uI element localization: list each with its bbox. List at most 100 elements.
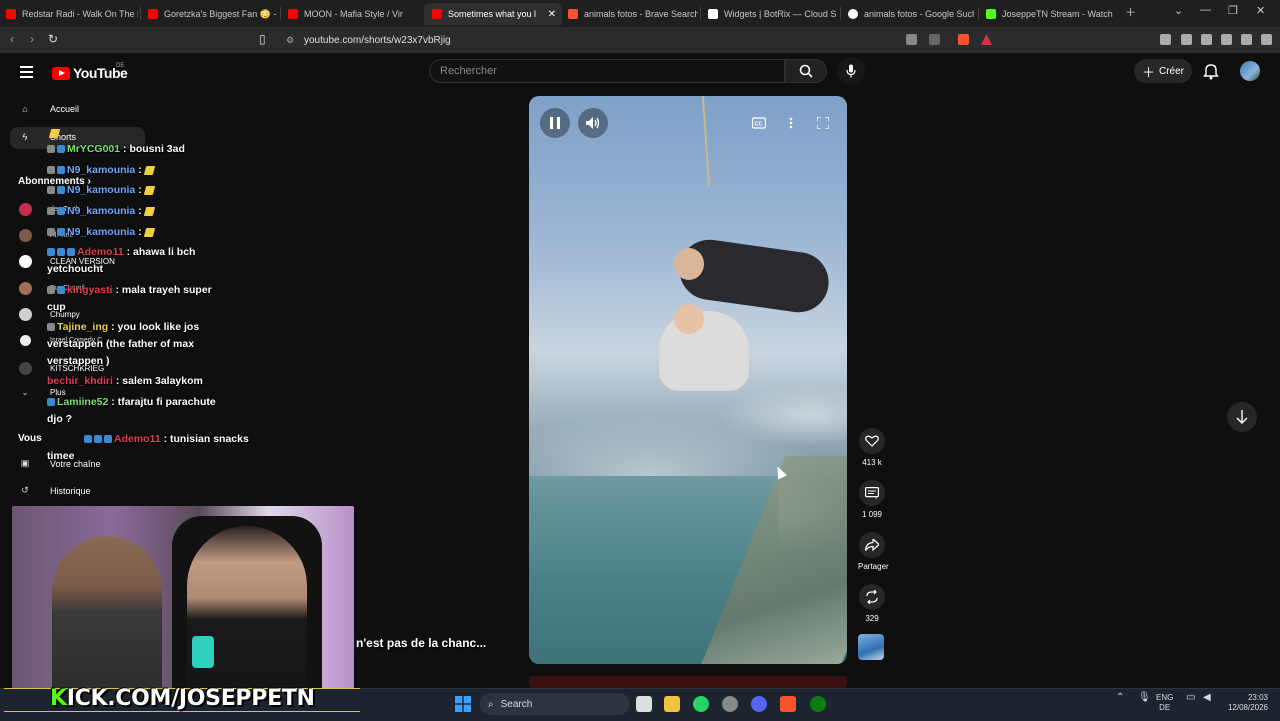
captions-icon: CC [751,117,767,129]
kick-icon [986,9,996,19]
volume-icon [586,117,600,129]
vpn-icon[interactable] [1241,34,1252,45]
next-short-button[interactable] [1227,402,1257,432]
sidebar-you-heading[interactable]: Vous [18,433,42,444]
cast-icon[interactable] [929,34,940,45]
captions-button[interactable]: CC [751,116,767,134]
share-button[interactable]: Partager [858,532,889,571]
tab-8[interactable]: JoseppeTN Stream - Watch Li [986,3,1114,25]
botrix-icon [708,9,718,19]
account-avatar[interactable] [1240,61,1260,81]
like-button[interactable]: 413 k [858,428,886,467]
whatsapp-icon[interactable] [693,696,709,712]
chat-message-cont: timee [47,450,75,462]
obs-icon[interactable] [722,696,738,712]
tab-7[interactable]: animals fotos - Google Suche [848,3,974,25]
google-icon [848,9,858,19]
sidebar-icon[interactable] [1181,34,1192,45]
minimize-icon[interactable]: — [1200,4,1211,16]
sidebar-item-home[interactable]: ⌂ Accueil [16,104,79,114]
search-icon [799,64,813,78]
windows-start-icon[interactable] [455,696,471,717]
tab-list-icon[interactable]: ⌄ [1174,4,1183,17]
tab-3[interactable]: MOON - Mafia Style / Vir [288,3,414,25]
close-tab-icon[interactable]: ✕ [548,9,556,20]
comments-button[interactable]: 1 099 [858,480,886,519]
brave-icon[interactable] [780,696,796,712]
site-info-icon[interactable]: ⚙ [286,35,294,46]
media-icon[interactable] [1160,34,1171,45]
search-input[interactable]: Rechercher [429,59,785,83]
channel-avatar [16,282,34,295]
like-count: 413 k [862,458,882,467]
volume-tray-icon[interactable]: ◀ [1203,693,1211,703]
leo-icon[interactable] [1221,34,1232,45]
clock[interactable]: 23:03 12/08/2026 [1222,693,1268,713]
chat-message: N9_kamounia : [47,224,155,241]
chat-message: N9_kamounia : [47,203,155,220]
pause-button[interactable] [540,108,570,138]
heart-icon [865,435,879,447]
pause-icon [550,117,560,129]
new-tab-icon[interactable]: ＋ [1125,4,1136,20]
xbox-icon[interactable] [810,696,826,712]
plus-icon: ＋ [1141,64,1155,80]
chat-message: N9_kamounia : [47,182,155,199]
remix-button[interactable]: 329 [858,584,886,623]
channel-avatar [16,255,34,268]
tab-active[interactable]: Sometimes what you l ✕ [424,3,562,25]
next-short-preview [529,676,847,688]
discord-icon[interactable] [751,696,767,712]
tab-6[interactable]: Widgets | BotRix — Cloud Str [708,3,836,25]
more-options-button[interactable] [789,116,793,134]
youtube-icon [6,9,16,19]
shorts-video-player[interactable] [529,96,847,664]
chat-message-cont: djo ? [47,413,73,425]
close-window-icon[interactable]: ✕ [1256,4,1265,17]
more-vertical-icon [789,117,793,129]
reload-icon[interactable]: ↻ [48,32,58,46]
task-view-icon[interactable] [636,696,652,712]
browser-toolbar: ‹ › ↻ ▯ ⚙ youtube.com/shorts/w23x7vbRjig [0,27,1280,54]
chat-message: Ademo11 : ahawa li bch [47,244,195,261]
language-indicator[interactable]: ENG DE [1156,693,1173,713]
channel-avatar [16,308,34,321]
video-rope [701,96,711,186]
volume-button[interactable] [578,108,608,138]
maximize-icon[interactable]: ❐ [1228,4,1238,17]
sidebar-history[interactable]: ↺ Historique [16,485,90,496]
chat-message: Ademo11 : tunisian snacks [84,431,249,448]
search-button[interactable] [785,59,827,83]
comment-count: 1 099 [861,510,883,519]
menu-icon[interactable] [1261,34,1272,45]
brave-shields-icon[interactable] [958,34,969,45]
back-icon[interactable]: ‹ [10,32,14,46]
tab-1[interactable]: Redstar Radi - Walk On The Li [6,3,138,25]
channel-avatar [16,229,34,242]
youtube-logo[interactable]: YouTube DE [52,63,128,81]
tab-2[interactable]: Goretzka's Biggest Fan 😳 - Y [148,3,276,25]
share-label: Partager [858,562,889,571]
forward-icon[interactable]: › [30,32,34,46]
voice-search-button[interactable] [837,57,865,85]
stream-caption: n'est pas de la chanc... [356,636,487,650]
mic-tray-icon[interactable]: 🎙 [1138,693,1151,703]
translate-icon[interactable] [906,34,917,45]
tray-overflow-icon[interactable]: ⌃ [1116,693,1124,703]
file-explorer-icon[interactable] [664,696,680,712]
tab-5[interactable]: animals fotos - Brave Search [568,3,698,25]
webcam-person-left [52,536,162,696]
notifications-button[interactable] [1203,62,1219,85]
taskbar-search[interactable]: ⌕ Search [480,693,630,715]
video-skydiver-head [674,248,704,280]
chat-message: Tajine_ing : you look like jos [47,319,199,336]
streamer-webcam [12,506,354,696]
network-icon[interactable]: ▭ [1186,693,1195,703]
fullscreen-button[interactable] [816,116,830,134]
wallet-icon[interactable] [1201,34,1212,45]
hamburger-menu-icon[interactable] [20,66,33,78]
bookmark-icon[interactable]: ▯ [259,32,266,46]
sound-thumbnail[interactable] [858,634,884,660]
chat-message: N9_kamounia : [47,162,155,179]
create-button[interactable]: ＋ Créer [1134,59,1192,83]
